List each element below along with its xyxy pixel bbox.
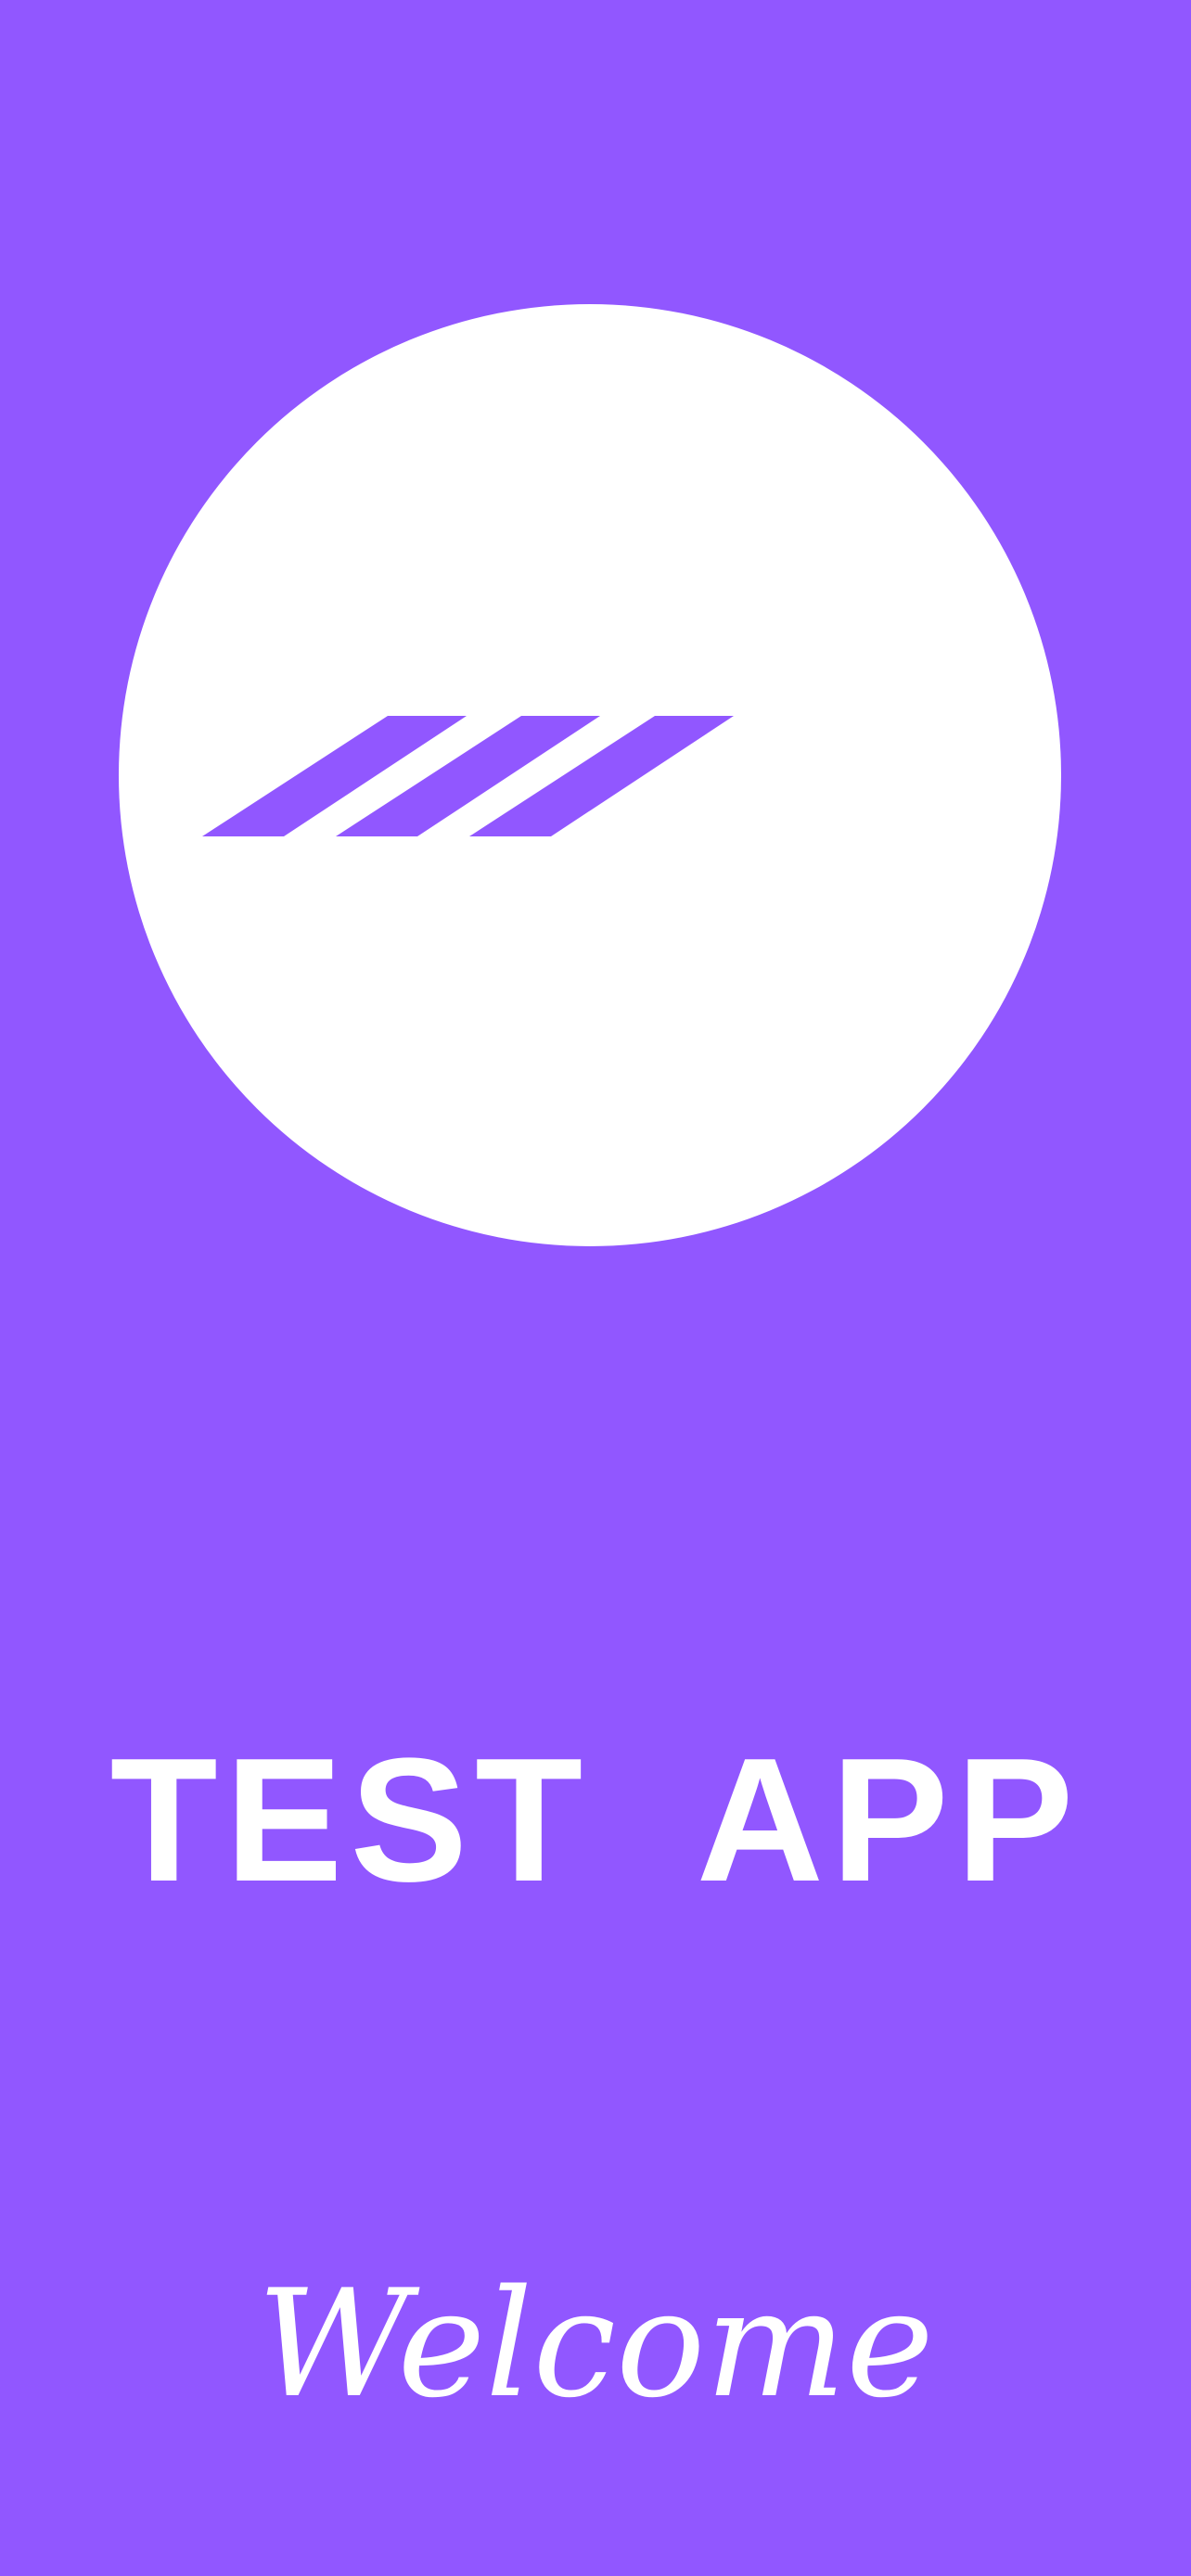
app-title: TEST APP xyxy=(109,1722,1082,1919)
app-logo xyxy=(119,304,1061,1246)
welcome-text: Welcome xyxy=(257,2257,934,2430)
three-slanted-stripes-icon xyxy=(202,716,734,836)
splash-screen: { "app": { "title": "TEST APP", "welcome… xyxy=(0,0,1191,2576)
